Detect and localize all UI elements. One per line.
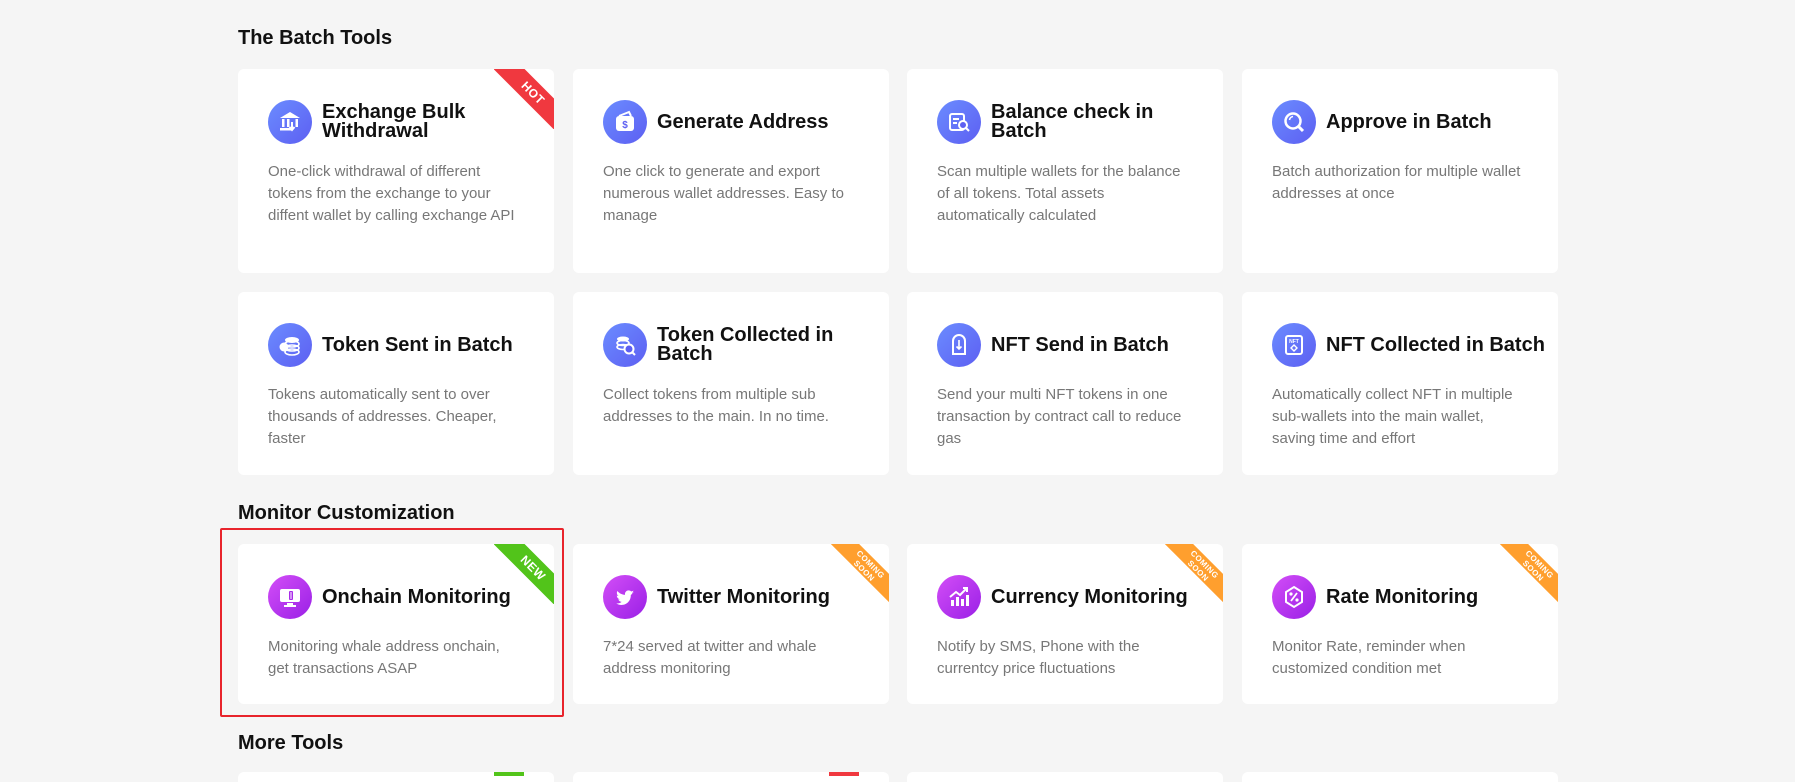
card-title: Generate Address <box>657 110 829 133</box>
chart-up-icon <box>937 575 981 619</box>
balance-search-icon <box>937 100 981 144</box>
card-generate-address[interactable]: $ Generate Address One click to generate… <box>573 69 889 273</box>
more-tools-card-peek[interactable] <box>907 772 1223 782</box>
card-title: NFT Collected in Batch <box>1326 333 1545 356</box>
card-title: Currency Monitoring <box>991 585 1188 608</box>
card-token-collected-in-batch[interactable]: Token Collected in Batch Collect tokens … <box>573 292 889 475</box>
card-description: Automatically collect NFT in multiple su… <box>1272 386 1513 447</box>
card-description: Scan multiple wallets for the balance of… <box>937 163 1181 224</box>
more-tools-card-peek[interactable] <box>1242 772 1558 782</box>
card-description: Batch authorization for multiple wallet … <box>1272 163 1521 202</box>
card-balance-check[interactable]: Balance check in Batch Scan multiple wal… <box>907 69 1223 273</box>
card-description: Tokens automatically sent to over thousa… <box>268 386 497 447</box>
card-description: Collect tokens from multiple sub address… <box>603 386 829 425</box>
card-description: Send your multi NFT tokens in one transa… <box>937 386 1182 447</box>
card-approve-in-batch[interactable]: Approve in Batch Batch authorization for… <box>1242 69 1558 273</box>
card-title: Balance check in Batch <box>991 101 1154 142</box>
twitter-icon <box>603 575 647 619</box>
card-onchain-monitoring[interactable]: NEW Onchain Monitoring Monitoring whale … <box>238 544 554 704</box>
card-title: Twitter Monitoring <box>657 585 830 608</box>
card-currency-monitoring[interactable]: COMING SOON Currency Monitoring Notify by… <box>907 544 1223 704</box>
svg-text:$: $ <box>622 120 628 131</box>
card-rate-monitoring[interactable]: COMING SOON Rate Monitoring Monitor Rate,… <box>1242 544 1558 704</box>
card-nft-collected-in-batch[interactable]: NFT NFT Collected in Batch Automatically… <box>1242 292 1558 475</box>
card-token-sent-in-batch[interactable]: Token Sent in Batch Tokens automatically… <box>238 292 554 475</box>
card-title: Token Collected in Batch <box>657 324 834 365</box>
card-title: Rate Monitoring <box>1326 585 1479 608</box>
card-nft-send-in-batch[interactable]: NFT Send in Batch Send your multi NFT to… <box>907 292 1223 475</box>
card-title: Onchain Monitoring <box>322 585 511 608</box>
coins-send-icon <box>268 323 312 367</box>
card-description: Monitor Rate, reminder when customized c… <box>1272 638 1466 677</box>
card-title: Approve in Batch <box>1326 110 1492 133</box>
rate-percent-icon <box>1272 575 1316 619</box>
card-description: Monitoring whale address onchain, get tr… <box>268 638 500 677</box>
card-exchange-bulk-withdrawal[interactable]: HOT Exchange Bulk Withdrawal One-click w… <box>238 69 554 273</box>
card-description: 7*24 served at twitter and whale address… <box>603 638 817 677</box>
card-title: NFT Send in Batch <box>991 333 1169 356</box>
nft-send-icon <box>937 323 981 367</box>
nft-collect-icon: NFT <box>1272 323 1316 367</box>
card-description: Notify by SMS, Phone with the currentcy … <box>937 638 1140 677</box>
wallet-dollar-icon: $ <box>603 100 647 144</box>
approve-search-icon <box>1272 100 1316 144</box>
card-twitter-monitoring[interactable]: COMING SOON Twitter Monitoring 7*24 serve… <box>573 544 889 704</box>
coins-collect-icon <box>603 323 647 367</box>
monitor-chain-icon <box>268 575 312 619</box>
more-tools-card-peek[interactable] <box>238 772 554 782</box>
card-description: One-click withdrawal of different tokens… <box>268 163 515 224</box>
section-title-batch-tools: The Batch Tools <box>238 27 393 49</box>
bank-withdraw-icon <box>268 100 312 144</box>
section-title-monitor-customization: Monitor Customization <box>238 502 455 524</box>
card-description: One click to generate and export numerou… <box>603 163 844 224</box>
card-title: Exchange Bulk Withdrawal <box>322 101 466 142</box>
more-tools-card-peek[interactable] <box>573 772 889 782</box>
card-title: Token Sent in Batch <box>322 333 513 356</box>
section-title-more-tools: More Tools <box>238 732 344 754</box>
